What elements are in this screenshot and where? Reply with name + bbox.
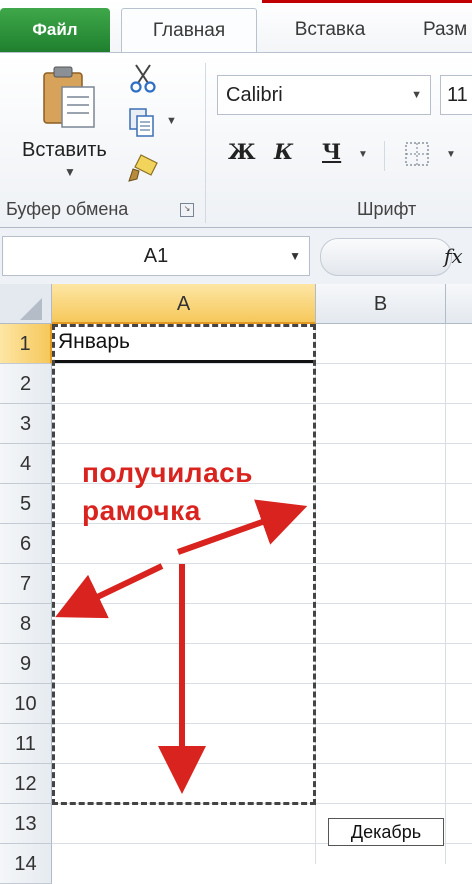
group-separator xyxy=(384,141,385,171)
tab-insert[interactable]: Вставка xyxy=(268,8,392,52)
ribbon-home-panel: Вставить ▼ ▼ Буфер обмена ↘ Calibri ▼ 11… xyxy=(0,52,472,228)
arrow-to-right-border xyxy=(176,499,308,555)
title-accent-line xyxy=(262,0,472,3)
formula-bar: A1 ▼ fx xyxy=(0,228,472,284)
arrow-to-left-border xyxy=(55,563,164,619)
font-size-value: 11 xyxy=(447,84,468,106)
paste-button-label[interactable]: Вставить xyxy=(22,139,107,162)
font-group-label: Шрифт xyxy=(357,199,417,219)
font-name-select[interactable]: Calibri ▼ xyxy=(217,75,431,115)
name-box-value: A1 xyxy=(143,245,169,267)
chevron-down-icon[interactable]: ▼ xyxy=(289,237,301,275)
ribbon-tab-bar: Файл Главная Вставка Разм xyxy=(0,0,472,53)
format-painter-icon[interactable] xyxy=(127,151,163,185)
font-name-value: Calibri xyxy=(226,84,283,106)
spreadsheet-grid[interactable]: A B 1 2 3 4 5 6 7 8 9 10 11 12 13 14 Янв… xyxy=(0,284,472,884)
copy-dropdown-icon[interactable]: ▼ xyxy=(166,115,177,127)
group-separator xyxy=(205,63,206,223)
tab-file[interactable]: Файл xyxy=(0,8,110,52)
borders-icon[interactable] xyxy=(404,141,430,167)
paste-dropdown-icon[interactable]: ▼ xyxy=(64,165,76,179)
chevron-down-icon[interactable]: ▼ xyxy=(411,76,422,114)
formula-bar-resize-handle[interactable] xyxy=(320,238,452,276)
name-box[interactable]: A1 ▼ xyxy=(2,236,310,276)
tab-page-layout[interactable]: Разм xyxy=(405,8,472,52)
scissors-icon[interactable] xyxy=(130,63,156,93)
copy-icon[interactable] xyxy=(128,107,156,139)
font-size-select[interactable]: 11 xyxy=(440,75,472,115)
underline-dropdown-icon[interactable]: ▼ xyxy=(358,149,368,160)
tab-home[interactable]: Главная xyxy=(121,8,257,53)
annotation-arrows xyxy=(55,499,308,794)
insert-function-icon[interactable]: fx xyxy=(444,244,463,268)
dialog-launcher-icon[interactable]: ↘ xyxy=(180,203,194,217)
paste-icon[interactable] xyxy=(42,65,98,131)
underline-button[interactable]: Ч xyxy=(322,139,341,164)
italic-button[interactable]: К xyxy=(274,139,293,164)
bold-button[interactable]: Ж xyxy=(228,139,256,164)
clipboard-group-label: Буфер обмена xyxy=(6,199,129,219)
borders-dropdown-icon[interactable]: ▼ xyxy=(446,149,456,160)
